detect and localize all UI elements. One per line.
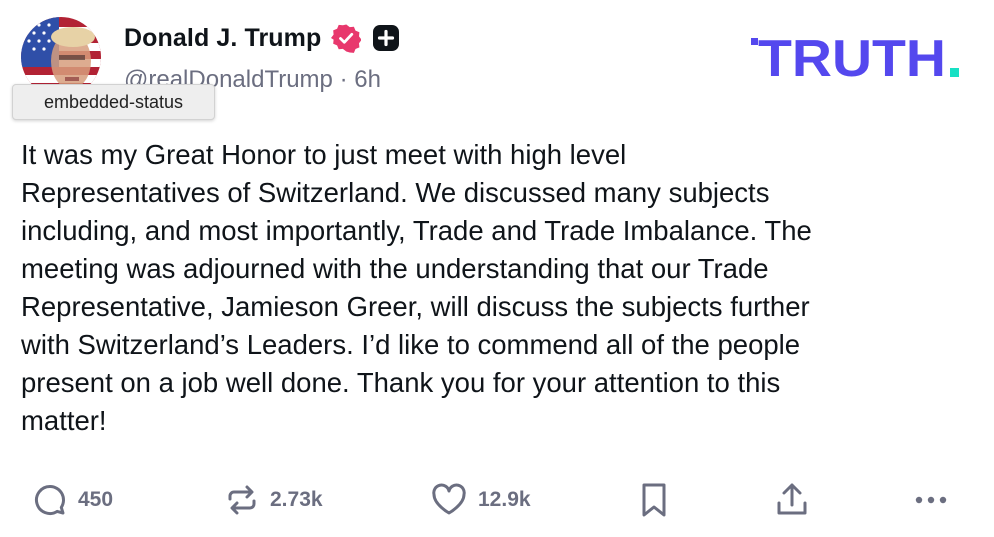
embedded-status-card: Donald J. Trump @realDonaldTrump · 6h em… (0, 0, 994, 537)
plus-badge-icon (371, 23, 401, 53)
share-icon (774, 480, 810, 520)
action-bar: 450 2.73k 12.9k (0, 475, 994, 525)
logo-text: TRUTH (758, 30, 946, 80)
like-button[interactable]: 12.9k (430, 475, 531, 525)
share-button[interactable] (774, 475, 810, 525)
heart-icon (430, 482, 468, 518)
repost-icon (224, 482, 260, 518)
post-line: Representatives of Switzerland. We discu… (21, 177, 770, 208)
post-text: It was my Great Honor to just meet with … (21, 136, 971, 440)
reply-count: 450 (78, 488, 114, 511)
reply-button[interactable]: 450 (32, 475, 113, 525)
retruth-count: 2.73k (270, 488, 323, 511)
timestamp[interactable]: 6h (354, 66, 381, 93)
comment-icon (32, 482, 68, 518)
display-name[interactable]: Donald J. Trump (124, 24, 321, 53)
more-button[interactable] (912, 475, 952, 525)
separator: · (339, 66, 348, 93)
post-line: including, and most importantly, Trade a… (21, 215, 812, 246)
like-count: 12.9k (478, 488, 531, 511)
retruth-button[interactable]: 2.73k (224, 475, 323, 525)
bookmark-button[interactable] (638, 475, 670, 525)
post-line: matter! (21, 405, 107, 436)
post-line: It was my Great Honor to just meet with … (21, 139, 627, 170)
author-name-row: Donald J. Trump (124, 20, 401, 56)
more-icon (912, 490, 952, 510)
post-line: Representative, Jamieson Greer, will dis… (21, 291, 810, 322)
bookmark-icon (638, 480, 670, 520)
post-line: meeting was adjourned with the understan… (21, 253, 769, 284)
post-line: present on a job well done. Thank you fo… (21, 367, 781, 398)
truth-logo[interactable]: TRUTH (748, 30, 963, 88)
verified-badge-icon (331, 23, 362, 53)
tooltip: embedded-status (12, 84, 215, 120)
logo-dot (950, 68, 959, 77)
post-line: with Switzerland’s Leaders. I’d like to … (21, 329, 801, 360)
